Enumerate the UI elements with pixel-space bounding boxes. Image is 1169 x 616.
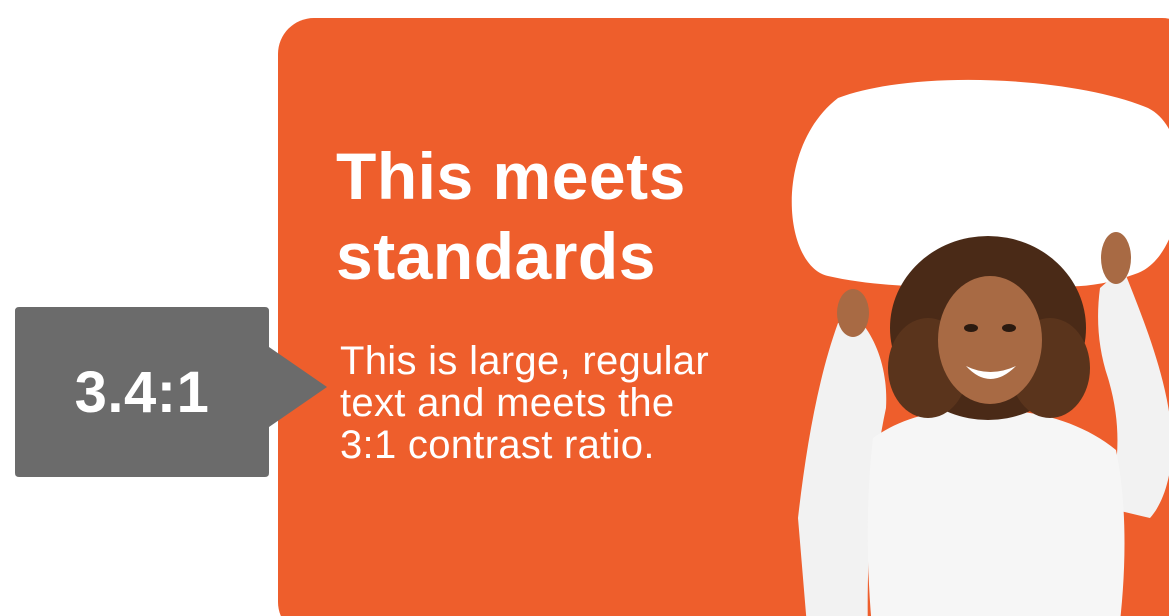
body-line-3: 3:1 contrast ratio. [340, 423, 655, 467]
headline: This meets standards [336, 136, 686, 296]
woman-holding-speech-bubble-icon [791, 79, 1169, 616]
contrast-ratio-label: 3.4:1 [74, 359, 210, 425]
body-line-1: This is large, regular [340, 339, 709, 383]
headline-line-2: standards [336, 219, 656, 293]
headline-line-1: This meets [336, 139, 686, 213]
orange-card: This meets standards This is large, regu… [278, 18, 1169, 616]
slide: This meets standards This is large, regu… [0, 0, 1169, 616]
body-text: This is large, regular text and meets th… [340, 340, 709, 466]
body-line-2: text and meets the [340, 381, 675, 425]
